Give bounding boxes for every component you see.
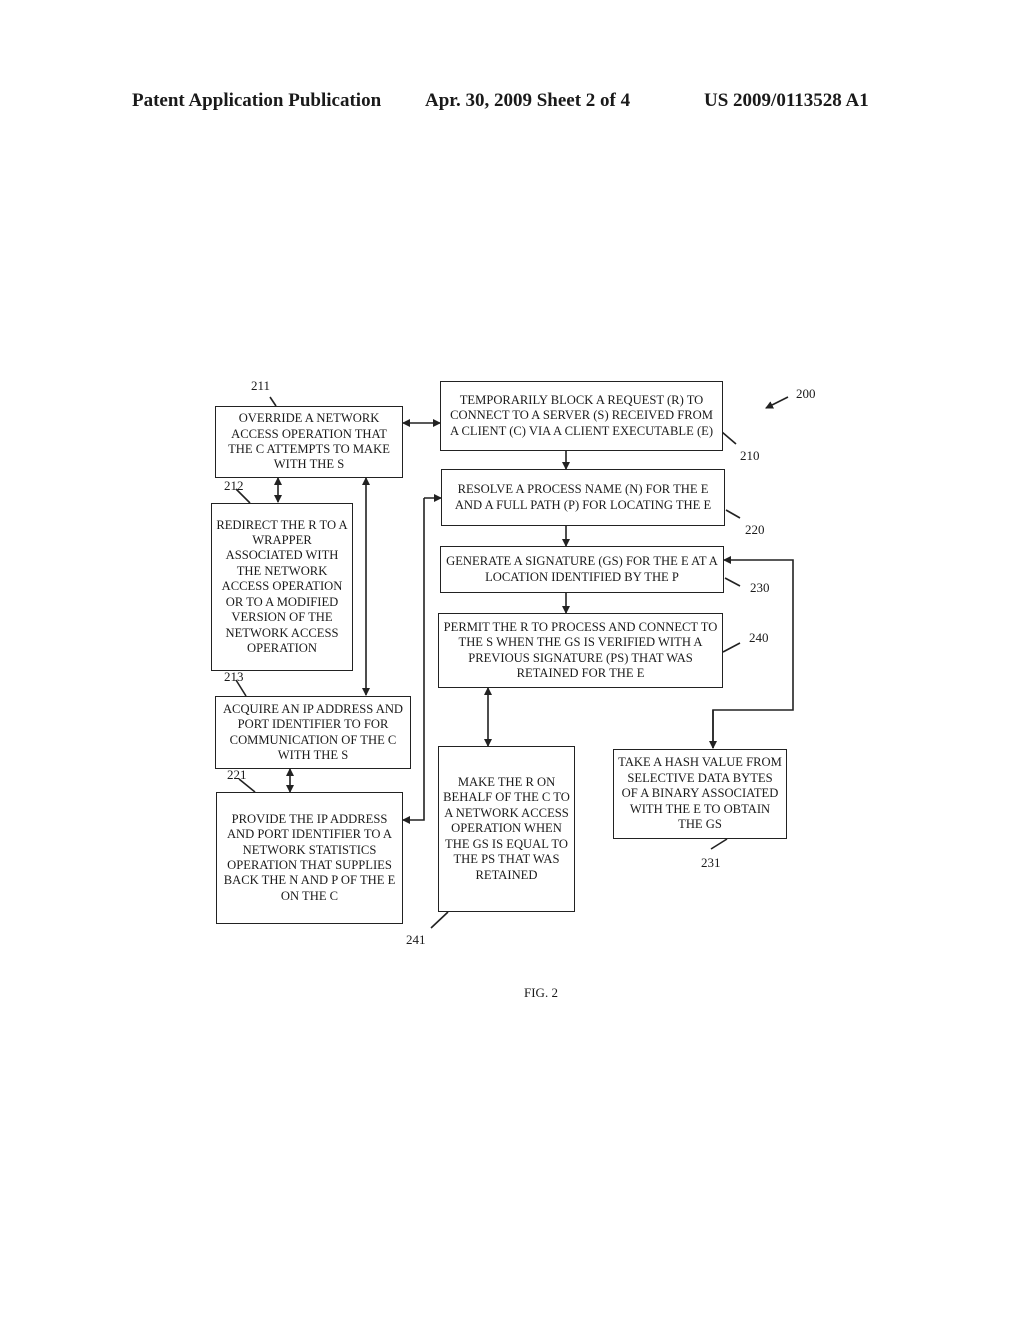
- ref-212: 212: [224, 478, 244, 493]
- leader-241: [430, 911, 449, 929]
- step-221-text: PROVIDE THE IP ADDRESS AND PORT IDENTIFI…: [223, 811, 396, 903]
- step-240-box: PERMIT THE R TO PROCESS AND CONNECT TO T…: [438, 613, 723, 688]
- ref-221: 221: [227, 767, 247, 782]
- ref-211: 211: [251, 378, 271, 393]
- step-241-box: MAKE THE R ON BEHALF OF THE C TO A NETWO…: [438, 746, 575, 912]
- ref-213: 213: [224, 669, 244, 684]
- figure-label: FIG. 2: [524, 985, 558, 1000]
- step-220-text: RESOLVE A PROCESS NAME (N) FOR THE E AND…: [454, 482, 712, 512]
- ref-220: 220: [745, 522, 765, 537]
- connector-221-220: [402, 498, 425, 824]
- leader-230: [724, 577, 741, 587]
- step-213-box: ACQUIRE AN IP ADDRESS AND PORT IDENTIFIE…: [215, 696, 411, 769]
- step-240-text: PERMIT THE R TO PROCESS AND CONNECT TO T…: [443, 619, 718, 680]
- step-212-box: REDIRECT THE R TO A WRAPPER ASSOCIATED W…: [211, 503, 353, 671]
- ref-231: 231: [701, 855, 721, 870]
- ref-230: 230: [750, 580, 770, 595]
- leader-211: [269, 396, 277, 407]
- ref-figure-200: 200: [796, 386, 816, 401]
- ref-240: 240: [749, 630, 769, 645]
- leader-210: [721, 431, 737, 445]
- leader-231: [710, 838, 728, 850]
- step-211-box: OVERRIDE A NETWORK ACCESS OPERATION THAT…: [215, 406, 403, 478]
- step-230-text: GENERATE A SIGNATURE (GS) FOR THE E AT A…: [446, 554, 718, 584]
- step-221-box: PROVIDE THE IP ADDRESS AND PORT IDENTIFI…: [216, 792, 403, 924]
- step-210-text: TEMPORARILY BLOCK A REQUEST (R) TO CONNE…: [449, 392, 714, 438]
- step-231-text: TAKE A HASH VALUE FROM SELECTIVE DATA BY…: [618, 755, 782, 832]
- figure-pointer-arrow: [765, 396, 789, 409]
- step-212-text: REDIRECT THE R TO A WRAPPER ASSOCIATED W…: [216, 517, 348, 655]
- step-241-text: MAKE THE R ON BEHALF OF THE C TO A NETWO…: [443, 775, 570, 882]
- step-211-text: OVERRIDE A NETWORK ACCESS OPERATION THAT…: [228, 411, 390, 472]
- step-220-box: RESOLVE A PROCESS NAME (N) FOR THE E AND…: [441, 469, 725, 526]
- step-213-text: ACQUIRE AN IP ADDRESS AND PORT IDENTIFIE…: [222, 701, 404, 762]
- ref-210: 210: [740, 448, 760, 463]
- ref-241: 241: [406, 932, 426, 947]
- step-230-box: GENERATE A SIGNATURE (GS) FOR THE E AT A…: [440, 546, 724, 593]
- leader-240: [722, 642, 741, 653]
- step-210-box: TEMPORARILY BLOCK A REQUEST (R) TO CONNE…: [440, 381, 723, 451]
- step-231-box: TAKE A HASH VALUE FROM SELECTIVE DATA BY…: [613, 749, 787, 839]
- leader-220: [725, 509, 741, 519]
